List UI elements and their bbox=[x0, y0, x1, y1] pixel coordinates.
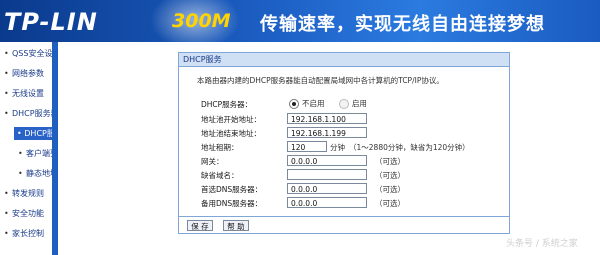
sidebar-item-qss[interactable]: •QSS安全设置 bbox=[4, 48, 52, 59]
sidebar-item-label: DHCP服务 bbox=[24, 129, 52, 138]
sidebar-item-parental-control[interactable]: • 家长控制 bbox=[4, 228, 44, 239]
dhcp-server-radio-group: 不启用 启用 bbox=[289, 98, 379, 109]
sidebar-item-security[interactable]: • 安全功能 bbox=[4, 208, 44, 219]
sidebar-scrollbar[interactable] bbox=[52, 42, 58, 255]
domain-hint: （可选） bbox=[375, 171, 405, 180]
sidebar-menu: •QSS安全设置 •网络参数 •无线设置 •DHCP服务器 • DHCP服务 •… bbox=[0, 42, 52, 255]
bullet-icon: • bbox=[18, 169, 23, 178]
sidebar-item-label: QSS安全设置 bbox=[12, 49, 52, 58]
bullet-icon: • bbox=[4, 109, 9, 118]
sidebar-item-label: 客户端列 bbox=[26, 149, 52, 158]
sidebar-item-label: 静态地址 bbox=[26, 169, 52, 178]
bullet-icon: • bbox=[4, 69, 9, 78]
dns2-label: 备用DNS服务器： bbox=[201, 199, 263, 208]
bullet-icon: • bbox=[4, 229, 9, 238]
sidebar-item-forwarding[interactable]: • 转发规则 bbox=[4, 188, 44, 199]
slogan-text: 传输速率，实现无线自由连接梦想 bbox=[260, 14, 545, 35]
slogan-speed: 300M bbox=[172, 10, 231, 32]
sidebar-item-client-list[interactable]: •客户端列 bbox=[18, 148, 52, 159]
bullet-icon: • bbox=[18, 149, 23, 158]
radio-enable[interactable] bbox=[338, 98, 349, 109]
dns2-input[interactable]: 0.0.0.0 bbox=[287, 197, 367, 208]
domain-label: 缺省域名： bbox=[201, 171, 239, 180]
sidebar-item-dhcp-service[interactable]: • DHCP服务 bbox=[14, 127, 52, 140]
watermark: 头条号 / 系统之家 bbox=[506, 239, 578, 249]
panel-divider bbox=[179, 216, 509, 217]
panel-description: 本路由器内建的DHCP服务器能自动配置局域网中各计算机的TCP/IP协议。 bbox=[197, 76, 444, 85]
bullet-icon: • bbox=[4, 209, 9, 218]
sidebar-item-wireless[interactable]: • 无线设置 bbox=[4, 88, 44, 99]
dns1-input[interactable]: 0.0.0.0 bbox=[287, 183, 367, 194]
save-button[interactable]: 保 存 bbox=[187, 220, 213, 231]
sidebar-item-label: 无线设置 bbox=[12, 89, 44, 98]
panel-title: DHCP服务 bbox=[179, 53, 509, 67]
dns1-hint: （可选） bbox=[375, 185, 405, 194]
gateway-input[interactable]: 0.0.0.0 bbox=[287, 155, 367, 166]
bullet-icon: • bbox=[4, 49, 9, 58]
sidebar-item-label: DHCP服务器 bbox=[12, 109, 52, 118]
help-button[interactable]: 帮 助 bbox=[223, 220, 249, 231]
sidebar-item-label: 家长控制 bbox=[12, 229, 44, 238]
gateway-hint: （可选） bbox=[375, 157, 405, 166]
sidebar-item-static-address[interactable]: •静态地址 bbox=[18, 168, 52, 179]
lease-label: 地址租期： bbox=[201, 143, 239, 152]
lease-unit: 分钟 bbox=[330, 143, 345, 152]
radio-disable-label: 不启用 bbox=[302, 99, 325, 108]
sidebar-item-label: 转发规则 bbox=[12, 189, 44, 198]
lease-input[interactable]: 120 bbox=[287, 141, 327, 152]
radio-enable-label: 启用 bbox=[351, 99, 367, 108]
gateway-label: 网关： bbox=[201, 157, 224, 166]
sidebar-item-dhcp-server[interactable]: •DHCP服务器 bbox=[4, 108, 52, 119]
dhcp-panel: DHCP服务 本路由器内建的DHCP服务器能自动配置局域网中各计算机的TCP/I… bbox=[178, 52, 510, 234]
radio-disable[interactable] bbox=[289, 98, 299, 109]
sidebar-item-network[interactable]: • 网络参数 bbox=[4, 68, 44, 79]
dns2-hint: （可选） bbox=[375, 199, 405, 208]
dns1-label: 首选DNS服务器： bbox=[201, 185, 263, 194]
start-ip-input[interactable]: 192.168.1.100 bbox=[287, 113, 367, 124]
bullet-icon: • bbox=[4, 189, 9, 198]
sidebar-item-label: 网络参数 bbox=[12, 69, 44, 78]
bullet-icon: • bbox=[4, 89, 9, 98]
end-ip-input[interactable]: 192.168.1.199 bbox=[287, 127, 367, 138]
dhcp-server-label: DHCP服务器： bbox=[201, 100, 253, 109]
sidebar-item-label: 安全功能 bbox=[12, 209, 44, 218]
domain-input[interactable] bbox=[287, 169, 367, 180]
start-ip-label: 地址池开始地址： bbox=[201, 115, 261, 124]
lease-hint: （1～2880分钟，缺省为120分钟） bbox=[349, 143, 470, 152]
header-banner: TP-LIN 300M 传输速率，实现无线自由连接梦想 bbox=[0, 0, 600, 42]
brand-logo: TP-LIN bbox=[4, 8, 98, 36]
end-ip-label: 地址池结束地址： bbox=[201, 129, 261, 138]
